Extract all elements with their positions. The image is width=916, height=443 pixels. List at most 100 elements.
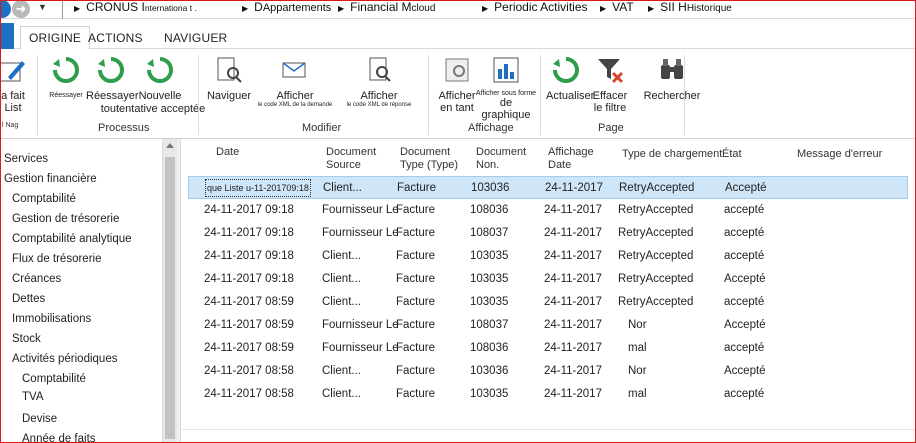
breadcrumb-periodic[interactable]: ▶ Periodic Activities xyxy=(482,0,588,19)
cell-doc-no[interactable]: 103035 xyxy=(470,388,508,400)
cell-date[interactable]: 24-11-2017 08:58 xyxy=(204,365,294,377)
show-as-chart-button[interactable]: Afficher sous forme de graphique xyxy=(474,55,538,121)
breadcrumb-vat[interactable]: ▶ VAT xyxy=(600,0,634,19)
tab-naviguer[interactable]: NAVIGUER xyxy=(164,31,227,45)
cell-upload-type[interactable]: RetryAccepted xyxy=(619,182,694,194)
clear-filter-button[interactable]: Effacer le filtre xyxy=(588,55,632,114)
cell-date[interactable]: 24-11-2017 08:59 xyxy=(204,296,294,308)
table-row[interactable]: 24-11-2017 08:59 Client... Facture 103035 24… xyxy=(188,291,908,314)
column-header-document-type[interactable]: Document Type (Type) xyxy=(400,146,458,172)
cell-date[interactable]: 24-11-2017 09:18 xyxy=(204,204,294,216)
cell-upload-type[interactable]: mal xyxy=(628,342,647,354)
cell-doc-no[interactable]: 103035 xyxy=(470,273,508,285)
table-row[interactable]: 24-11-2017 09:18 Client... Facture 103035 24… xyxy=(188,245,908,268)
cell-doc-type[interactable]: Facture xyxy=(396,250,435,262)
retry-button[interactable]: Réessayer xyxy=(46,55,86,102)
column-header-error-message[interactable]: Message d'erreur xyxy=(797,148,882,161)
sidebar-item-services[interactable]: Services xyxy=(4,153,48,165)
cell-upload-type[interactable]: Nor xyxy=(628,319,647,331)
cell-doc-no[interactable]: 103036 xyxy=(470,365,508,377)
breadcrumb-dept[interactable]: ▶ DAppartements xyxy=(242,0,331,19)
show-response-xml-button[interactable]: Afficher le code XML de réponse xyxy=(336,55,422,109)
cell-upload-type[interactable]: Nor xyxy=(628,365,647,377)
column-header-state[interactable]: État xyxy=(722,148,742,161)
breadcrumb-last[interactable]: ▶ SII HHistorique xyxy=(648,0,732,19)
sidebar-item-fiscal-year[interactable]: Année de faits xyxy=(22,433,96,443)
cell-source[interactable]: Fournisseur Le xyxy=(322,342,398,354)
sidebar-item-currency[interactable]: Devise xyxy=(22,413,57,425)
history-dropdown-icon[interactable]: ▼ xyxy=(38,2,47,12)
retry-all-button[interactable]: Réessayer xyxy=(86,55,139,102)
cell-source[interactable]: Client... xyxy=(322,296,398,308)
sidebar-item-periodic-activities[interactable]: Activités périodiques xyxy=(12,353,117,365)
table-row[interactable]: 24-11-2017 09:18 Fournisseur Le Facture 108… xyxy=(188,199,908,222)
column-header-document-source[interactable]: Document Source xyxy=(326,146,376,172)
cell-state[interactable]: accepté xyxy=(724,227,764,239)
sidebar-item-vat[interactable]: TVA xyxy=(22,391,44,403)
sidebar-item-receivables[interactable]: Créances xyxy=(12,273,61,285)
sidebar-item-cash-management[interactable]: Gestion de trésorerie xyxy=(12,213,119,225)
cell-date[interactable]: 24-11-2017 08:59 xyxy=(204,319,294,331)
cell-doc-no[interactable]: 108036 xyxy=(470,342,508,354)
cell-doc-type[interactable]: Facture xyxy=(396,296,435,308)
cell-doc-no[interactable]: 103035 xyxy=(470,296,508,308)
cell-doc-no[interactable]: 103036 xyxy=(471,182,509,194)
sidebar-scrollbar[interactable] xyxy=(162,139,177,443)
cell-date[interactable]: que Liste u-11-201709:18 xyxy=(205,179,311,197)
cell-doc-no[interactable]: 108037 xyxy=(470,319,508,331)
cell-source[interactable]: Fournisseur Le xyxy=(322,319,398,331)
column-header-upload-type[interactable]: Type de chargement xyxy=(622,148,722,161)
refresh-button[interactable]: Actualiser xyxy=(546,55,594,102)
cell-posting-date[interactable]: 24-11-2017 xyxy=(544,388,602,400)
cell-source[interactable]: Client... xyxy=(322,365,398,377)
list-button[interactable]: a fait List xyxy=(0,55,30,114)
cell-upload-type[interactable]: mal xyxy=(628,388,647,400)
table-row[interactable]: 24-11-2017 09:18 Fournisseur Le Facture 108… xyxy=(188,222,908,245)
cell-source[interactable]: Client... xyxy=(322,388,398,400)
cell-state[interactable]: Accepté xyxy=(724,273,766,285)
cell-state[interactable]: Accepté xyxy=(724,365,766,377)
cell-doc-type[interactable]: Facture xyxy=(396,319,435,331)
show-request-xml-button[interactable]: Afficher le code XML de la demande xyxy=(254,55,336,109)
cell-upload-type[interactable]: RetryAccepted xyxy=(618,250,693,262)
cell-posting-date[interactable]: 24-11-2017 xyxy=(544,319,602,331)
new-attempt-button[interactable]: Nouvelle xyxy=(134,55,186,102)
cell-upload-type[interactable]: RetryAccepted xyxy=(618,227,693,239)
naviguer-button[interactable]: Naviguer xyxy=(204,55,254,102)
cell-doc-type[interactable]: Facture xyxy=(396,273,435,285)
cell-doc-no[interactable]: 103035 xyxy=(470,250,508,262)
column-header-date[interactable]: Date xyxy=(216,146,239,159)
cell-source[interactable]: Client... xyxy=(322,250,398,262)
cell-state[interactable]: accepté xyxy=(724,342,764,354)
cell-posting-date[interactable]: 24-11-2017 xyxy=(544,250,602,262)
cell-date[interactable]: 24-11-2017 09:18 xyxy=(204,250,294,262)
cell-doc-no[interactable]: 108037 xyxy=(470,227,508,239)
column-header-posting-date[interactable]: Affichage Date xyxy=(548,146,594,172)
cell-doc-type[interactable]: Facture xyxy=(396,227,435,239)
pane-splitter[interactable] xyxy=(177,139,181,443)
cell-doc-type[interactable]: Facture xyxy=(396,342,435,354)
app-menu-button[interactable] xyxy=(0,23,14,49)
cell-posting-date[interactable]: 24-11-2017 xyxy=(544,227,602,239)
cell-upload-type[interactable]: RetryAccepted xyxy=(618,273,693,285)
breadcrumb-company[interactable]: ▶ CRONUS Internationa t . xyxy=(74,0,197,19)
cell-state[interactable]: accepté xyxy=(724,296,764,308)
cell-posting-date[interactable]: 24-11-2017 xyxy=(544,342,602,354)
sidebar-item-fixed-assets[interactable]: Immobilisations xyxy=(12,313,91,325)
cell-date[interactable]: 24-11-2017 09:18 xyxy=(204,227,294,239)
cell-posting-date[interactable]: 24-11-2017 xyxy=(544,273,602,285)
scroll-thumb[interactable] xyxy=(165,157,175,439)
cell-state[interactable]: Accepté xyxy=(724,319,766,331)
cell-doc-type[interactable]: Facture xyxy=(397,182,436,194)
forward-arrow-icon[interactable]: ➜ xyxy=(12,0,30,18)
back-button[interactable] xyxy=(0,0,11,18)
search-button[interactable]: Rechercher xyxy=(640,55,704,102)
cell-state[interactable]: accepté xyxy=(724,388,764,400)
cell-state[interactable]: accepté xyxy=(724,250,764,262)
cell-doc-type[interactable]: Facture xyxy=(396,204,435,216)
cell-state[interactable]: accepté xyxy=(724,204,764,216)
cell-date[interactable]: 24-11-2017 08:59 xyxy=(204,342,294,354)
cell-state[interactable]: Accepté xyxy=(725,182,767,194)
column-header-document-no[interactable]: Document Non. xyxy=(476,146,526,172)
sidebar-item-cash-flow[interactable]: Flux de trésorerie xyxy=(12,253,101,265)
